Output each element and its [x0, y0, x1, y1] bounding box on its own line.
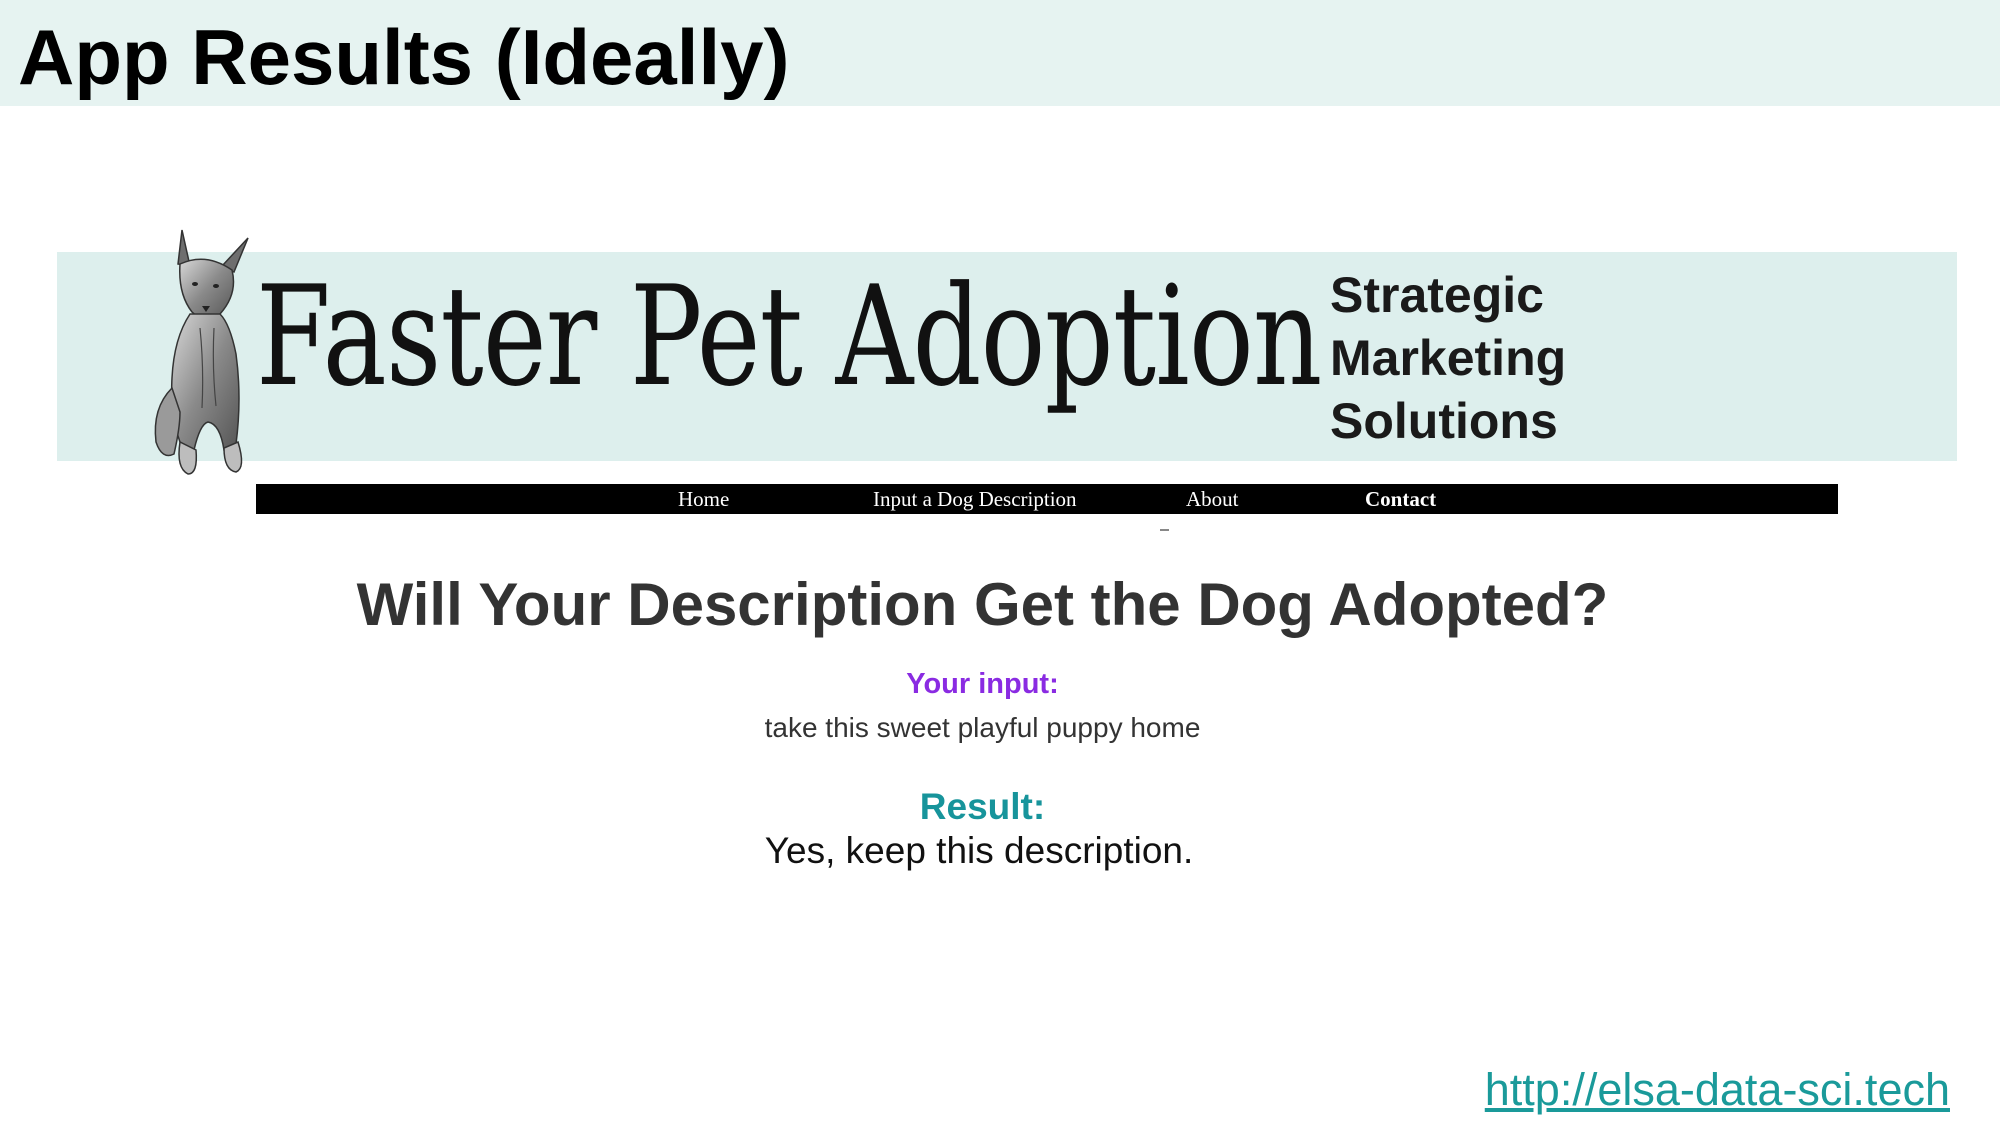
- input-label: Your input:: [906, 668, 1059, 700]
- nav-link-about[interactable]: About: [1186, 484, 1239, 514]
- tagline-line: Marketing: [1330, 330, 1567, 386]
- result-value: Yes, keep this description.: [764, 830, 1194, 871]
- tagline-line: Solutions: [1330, 393, 1558, 449]
- footer-link[interactable]: http://elsa-data-sci.tech: [1485, 1064, 1950, 1116]
- page-heading: Will Your Description Get the Dog Adopte…: [356, 571, 1609, 638]
- site-title: Faster Pet Adoption: [256, 256, 1322, 417]
- nav-link-home[interactable]: Home: [678, 484, 729, 514]
- result-label: Result:: [919, 786, 1046, 827]
- slide-title: App Results (Ideally): [18, 13, 790, 101]
- site-navbar: Home Input a Dog Description About Conta…: [256, 484, 1838, 514]
- tagline-line: Strategic: [1330, 267, 1544, 323]
- nav-link-contact[interactable]: Contact: [1365, 484, 1436, 514]
- site-tagline: Strategic Marketing Solutions: [1330, 264, 1566, 453]
- dog-sketch-icon: [154, 229, 249, 475]
- input-value: take this sweet playful puppy home: [764, 712, 1201, 743]
- nav-link-input-dog-description[interactable]: Input a Dog Description: [873, 484, 1077, 514]
- divider: [1160, 529, 1169, 531]
